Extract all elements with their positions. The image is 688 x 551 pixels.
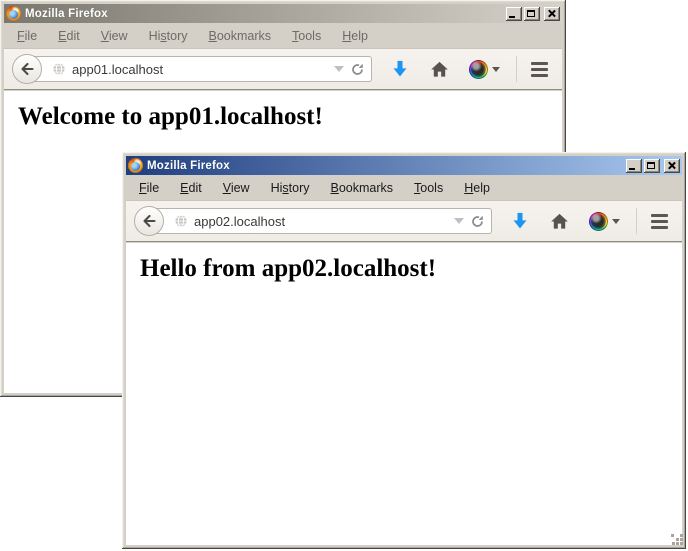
menu-item-bookmarks[interactable]: Bookmarks — [328, 179, 397, 197]
menu-item-file[interactable]: File — [136, 179, 162, 197]
resize-grip[interactable] — [671, 534, 684, 547]
back-button[interactable] — [134, 206, 164, 236]
download-icon[interactable] — [510, 211, 530, 231]
menu-item-file[interactable]: File — [14, 27, 40, 45]
url-bar[interactable]: app02.localhost — [149, 208, 492, 234]
navigation-toolbar: app01.localhost — [4, 48, 562, 90]
minimize-button[interactable] — [506, 7, 522, 21]
page-heading: Welcome to app01.localhost! — [18, 103, 562, 131]
maximize-button[interactable] — [524, 7, 540, 21]
menu-item-edit[interactable]: Edit — [177, 179, 205, 197]
hamburger-menu-icon[interactable] — [651, 214, 668, 229]
urlbar-dropdown-icon[interactable] — [454, 218, 464, 224]
color-wheel-addon-icon[interactable] — [469, 60, 500, 79]
firefox-logo-icon — [6, 6, 21, 21]
window-title: Mozilla Firefox — [147, 160, 622, 172]
caret-down-icon — [612, 219, 620, 224]
reload-icon[interactable] — [470, 214, 485, 229]
maximize-button[interactable] — [644, 159, 660, 173]
toolbar-separator — [636, 208, 637, 234]
page-heading: Hello from app02.localhost! — [140, 255, 682, 283]
hamburger-menu-icon[interactable] — [531, 62, 548, 77]
back-arrow-icon — [19, 61, 35, 77]
close-button[interactable] — [544, 7, 560, 21]
navigation-toolbar: app02.localhost — [126, 200, 682, 242]
caret-down-icon — [492, 67, 500, 72]
title-bar[interactable]: Mozilla Firefox — [4, 4, 562, 23]
urlbar-dropdown-icon[interactable] — [334, 66, 344, 72]
menu-item-edit[interactable]: Edit — [55, 27, 83, 45]
back-arrow-icon — [141, 213, 157, 229]
home-icon[interactable] — [430, 60, 449, 79]
close-button[interactable] — [664, 159, 680, 173]
window-title: Mozilla Firefox — [25, 8, 502, 20]
download-icon[interactable] — [390, 59, 410, 79]
title-bar[interactable]: Mozilla Firefox — [126, 156, 682, 175]
menu-item-tools[interactable]: Tools — [411, 179, 446, 197]
url-bar[interactable]: app01.localhost — [27, 56, 372, 82]
menu-item-tools[interactable]: Tools — [289, 27, 324, 45]
menu-item-view[interactable]: View — [98, 27, 131, 45]
menu-item-view[interactable]: View — [220, 179, 253, 197]
url-text[interactable]: app02.localhost — [194, 214, 448, 229]
menu-bar: File Edit View History Bookmarks Tools Help — [126, 175, 682, 200]
page-content: Hello from app02.localhost! — [126, 243, 682, 545]
menu-item-history[interactable]: History — [268, 179, 313, 197]
menu-item-bookmarks[interactable]: Bookmarks — [206, 27, 275, 45]
color-wheel-icon — [589, 212, 608, 231]
home-icon[interactable] — [550, 212, 569, 231]
menu-item-history[interactable]: History — [146, 27, 191, 45]
window-controls — [626, 159, 680, 173]
window-controls — [506, 7, 560, 21]
url-text[interactable]: app01.localhost — [72, 62, 328, 77]
minimize-button[interactable] — [626, 159, 642, 173]
menu-item-help[interactable]: Help — [339, 27, 371, 45]
color-wheel-icon — [469, 60, 488, 79]
color-wheel-addon-icon[interactable] — [589, 212, 620, 231]
firefox-window-app02: Mozilla Firefox File Edit View History Bookm… — [122, 152, 686, 549]
location-group: app01.localhost — [12, 54, 372, 84]
reload-icon[interactable] — [350, 62, 365, 77]
menu-item-help[interactable]: Help — [461, 179, 493, 197]
menu-bar: File Edit View History Bookmarks Tools Help — [4, 23, 562, 48]
globe-icon — [174, 214, 188, 228]
toolbar-separator — [516, 56, 517, 82]
back-button[interactable] — [12, 54, 42, 84]
location-group: app02.localhost — [134, 206, 492, 236]
firefox-logo-icon — [128, 158, 143, 173]
globe-icon — [52, 62, 66, 76]
